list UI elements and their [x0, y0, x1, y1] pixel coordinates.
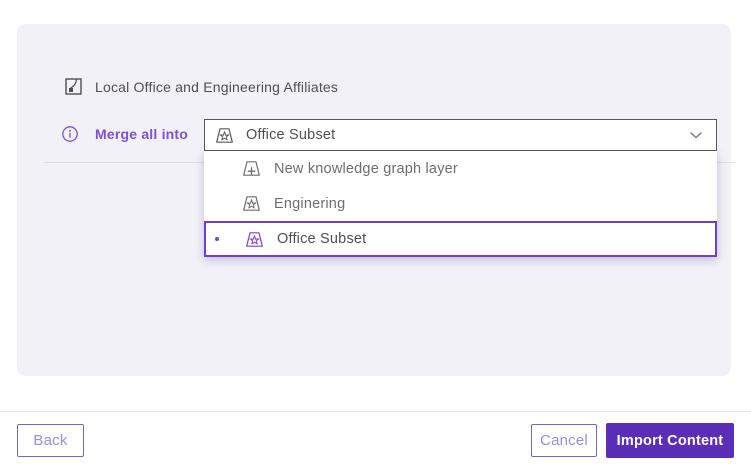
- knowledge-graph-layer-icon: [242, 195, 261, 212]
- merge-target-select-value: Office Subset: [246, 127, 678, 143]
- dropdown-option-label: New knowledge graph layer: [274, 161, 458, 177]
- dropdown-option-office-subset[interactable]: Office Subset: [204, 221, 717, 257]
- dropdown-option-label: Enginering: [274, 196, 345, 212]
- dropdown-option-enginering[interactable]: Enginering: [204, 186, 717, 221]
- chevron-down-icon: [690, 132, 702, 139]
- merge-target-dropdown: New knowledge graph layer Enginering Off…: [204, 151, 717, 257]
- back-button[interactable]: Back: [17, 424, 84, 457]
- merge-all-into-row: Merge all into: [61, 125, 188, 143]
- info-icon: [61, 125, 79, 143]
- cancel-button[interactable]: Cancel: [531, 424, 597, 457]
- merge-options-panel: Local Office and Engineering Affiliates …: [17, 24, 731, 376]
- merge-all-into-label: Merge all into: [95, 126, 188, 142]
- layer-edit-icon: [65, 78, 82, 95]
- dropdown-option-new-knowledge-graph-layer[interactable]: New knowledge graph layer: [204, 151, 717, 186]
- selected-dot: [215, 237, 219, 241]
- footer-divider: [0, 411, 751, 412]
- knowledge-graph-layer-icon: [245, 231, 264, 248]
- import-content-button[interactable]: Import Content: [606, 423, 734, 458]
- merge-target-select[interactable]: Office Subset: [204, 119, 717, 151]
- dropdown-option-label: Office Subset: [277, 231, 366, 247]
- knowledge-graph-layer-icon: [215, 127, 234, 144]
- add-knowledge-graph-layer-icon: [242, 160, 261, 177]
- source-layer-label: Local Office and Engineering Affiliates: [95, 79, 338, 95]
- source-layer-row: Local Office and Engineering Affiliates: [65, 78, 338, 95]
